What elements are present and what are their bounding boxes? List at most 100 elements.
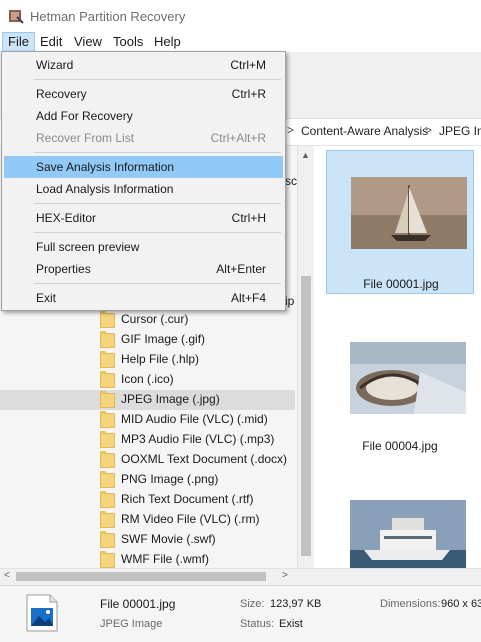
yacht-rope-thumbnail (350, 342, 466, 414)
menu-item-label: Load Analysis Information (36, 182, 174, 196)
tree-item-ico[interactable]: Icon (.ico) (0, 370, 295, 390)
scrollbar-thumb[interactable] (16, 572, 266, 581)
menu-separator (34, 232, 281, 233)
menu-tools[interactable]: Tools (108, 32, 148, 52)
menu-edit[interactable]: Edit (35, 32, 67, 52)
file-thumbnails: File 00001.jpg File 00004.jpg (314, 146, 481, 572)
menu-file[interactable]: File (2, 32, 35, 52)
image-file-icon (26, 594, 58, 632)
tree-item-label: MP3 Audio File (VLC) (.mp3) (121, 432, 275, 446)
menu-bar: File Edit View Tools Help (0, 32, 481, 52)
menu-item-hex-editor[interactable]: HEX-Editor Ctrl+H (4, 207, 283, 229)
arrow-up-icon[interactable]: ▲ (301, 150, 310, 160)
status-status-label: Status: (240, 618, 275, 630)
tree-item-rm[interactable]: RM Video File (VLC) (.rm) (0, 510, 295, 530)
menu-item-shortcut: Alt+Enter (216, 262, 266, 276)
app-icon (9, 10, 24, 24)
tree-item-mid[interactable]: MID Audio File (VLC) (.mid) (0, 410, 295, 430)
menu-separator (34, 203, 281, 204)
tree-item-rtf[interactable]: Rich Text Document (.rtf) (0, 490, 295, 510)
tree-item-label: RM Video File (VLC) (.rm) (121, 512, 260, 526)
scrollbar-thumb[interactable] (301, 276, 311, 556)
tree-item-jpg[interactable]: JPEG Image (.jpg) (0, 390, 295, 410)
arrow-right-icon[interactable]: > (282, 570, 288, 581)
folder-icon (100, 471, 115, 488)
menu-view[interactable]: View (69, 32, 107, 52)
menu-item-shortcut: Ctrl+Alt+R (210, 131, 266, 145)
tree-item-png[interactable]: PNG Image (.png) (0, 470, 295, 490)
folder-icon (100, 451, 115, 468)
tree-item-docx[interactable]: OOXML Text Document (.docx) (0, 450, 295, 470)
menu-separator (34, 283, 281, 284)
tree-horizontal-scrollbar[interactable]: < > (0, 568, 297, 585)
tree-item-label: GIF Image (.gif) (121, 332, 206, 346)
folder-icon (100, 551, 115, 568)
tree-partial-text: sc (285, 174, 297, 188)
menu-item-add-for-recovery[interactable]: Add For Recovery (4, 105, 283, 127)
status-size-value: 123,97 KB (270, 598, 322, 610)
folder-icon (100, 331, 115, 348)
menu-item-shortcut: Alt+F4 (230, 291, 266, 305)
title-bar: Hetman Partition Recovery (0, 0, 481, 32)
menu-item-label: Properties (36, 262, 91, 276)
breadcrumb-separator: > (287, 123, 295, 137)
file-tile-00004[interactable]: File 00004.jpg (326, 296, 474, 453)
tree-item-hlp[interactable]: Help File (.hlp) (0, 350, 295, 370)
menu-item-recovery[interactable]: Recovery Ctrl+R (4, 83, 283, 105)
tree-item-label: JPEG Image (.jpg) (121, 392, 220, 406)
tree-item-mp3[interactable]: MP3 Audio File (VLC) (.mp3) (0, 430, 295, 450)
status-status-value: Exist (279, 618, 303, 630)
folder-icon (100, 431, 115, 448)
status-dimensions-label: Dimensions: (380, 598, 441, 610)
menu-item-label: Recover From List (36, 131, 135, 145)
menu-item-full-screen-preview[interactable]: Full screen preview (4, 236, 283, 258)
menu-item-label: Add For Recovery (36, 109, 133, 123)
folder-icon (100, 391, 115, 408)
menu-item-properties[interactable]: Properties Alt+Enter (4, 258, 283, 280)
file-name: File 00004.jpg (362, 439, 438, 453)
menu-item-load-analysis[interactable]: Load Analysis Information (4, 178, 283, 200)
window-title: Hetman Partition Recovery (30, 9, 186, 24)
tree-item-gif[interactable]: GIF Image (.gif) (0, 330, 295, 350)
menu-item-label: HEX-Editor (36, 211, 97, 225)
menu-item-label: Exit (36, 291, 57, 305)
cruise-ship-thumbnail (350, 500, 466, 572)
menu-item-exit[interactable]: Exit Alt+F4 (4, 287, 283, 309)
tree-item-label: OOXML Text Document (.docx) (121, 452, 288, 466)
folder-icon (100, 351, 115, 368)
tree-vertical-scrollbar[interactable]: ▲ (297, 146, 314, 568)
menu-item-recover-from-list: Recover From List Ctrl+Alt+R (4, 127, 283, 149)
folder-icon (100, 311, 115, 328)
status-file-type: JPEG Image (100, 618, 163, 630)
menu-item-label: Recovery (36, 87, 87, 101)
file-menu-dropdown: Wizard Ctrl+M Recovery Ctrl+R Add For Re… (1, 51, 286, 311)
tree-item-label: SWF Movie (.swf) (121, 532, 216, 546)
status-size-label: Size: (240, 598, 265, 610)
tree-item-label: Rich Text Document (.rtf) (121, 492, 254, 506)
menu-item-save-analysis[interactable]: Save Analysis Information (4, 156, 283, 178)
folder-icon (100, 531, 115, 548)
tree-item-cursor[interactable]: Cursor (.cur) (0, 310, 295, 330)
tree-item-wmf[interactable]: WMF File (.wmf) (0, 550, 295, 568)
folder-icon (100, 491, 115, 508)
tree-item-label: Icon (.ico) (121, 372, 174, 386)
file-name: File 00001.jpg (363, 277, 439, 291)
menu-help[interactable]: Help (149, 32, 186, 52)
files-scrollbar-area (297, 568, 481, 585)
tree-item-label: MID Audio File (VLC) (.mid) (121, 412, 268, 426)
tree-item-label: Cursor (.cur) (121, 312, 189, 326)
menu-item-label: Save Analysis Information (36, 160, 175, 174)
menu-item-wizard[interactable]: Wizard Ctrl+M (4, 54, 283, 76)
folder-icon (100, 511, 115, 528)
tree-item-swf[interactable]: SWF Movie (.swf) (0, 530, 295, 550)
breadcrumb-separator: > (425, 123, 433, 137)
folder-icon (100, 371, 115, 388)
menu-item-label: Full screen preview (36, 240, 140, 254)
breadcrumb-jpeg[interactable]: JPEG Ima (439, 124, 481, 138)
breadcrumb-content-aware[interactable]: Content-Aware Analysis (301, 124, 428, 138)
arrow-left-icon[interactable]: < (4, 570, 10, 581)
menu-item-shortcut: Ctrl+M (230, 58, 266, 72)
menu-item-shortcut: Ctrl+R (231, 87, 266, 101)
file-tile-00001[interactable]: File 00001.jpg (326, 150, 474, 294)
tree-partial-text: ip (285, 294, 295, 308)
